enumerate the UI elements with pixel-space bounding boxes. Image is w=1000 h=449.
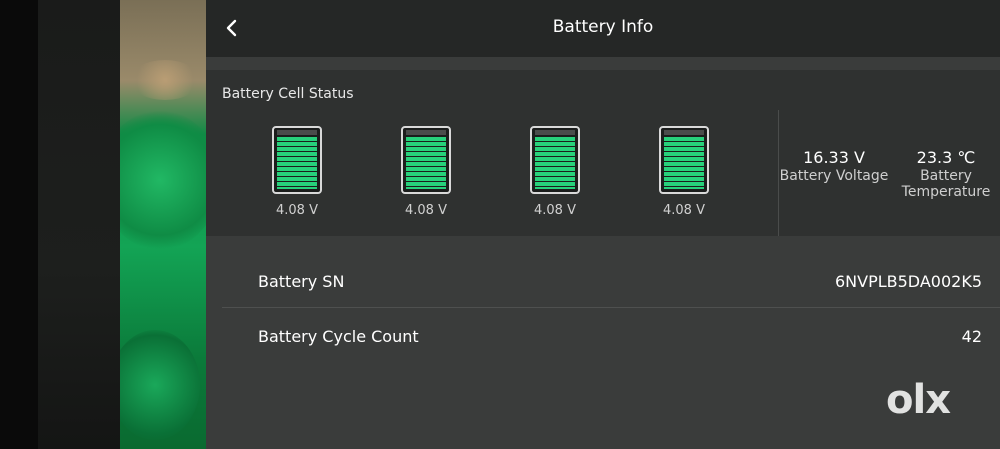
battery-temperature-label-line2: Temperature bbox=[901, 184, 991, 200]
battery-cell-icon bbox=[401, 126, 451, 194]
battery-cycle-count-label: Battery Cycle Count bbox=[258, 326, 419, 346]
battery-temperature-label-line1: Battery bbox=[920, 168, 972, 184]
battery-cycle-count-row: Battery Cycle Count 42 bbox=[222, 309, 1000, 363]
battery-temperature-value: 23.3 ℃ bbox=[916, 148, 976, 167]
left-side-panel bbox=[38, 0, 120, 449]
left-black-bar bbox=[0, 0, 38, 449]
battery-voltage-label: Battery Voltage bbox=[779, 168, 889, 184]
page-title: Battery Info bbox=[552, 17, 654, 37]
battery-cell-4: 4.08 V bbox=[656, 126, 712, 218]
battery-cell-3: 4.08 V bbox=[527, 126, 583, 218]
battery-sn-value: 6NVPLB5DA002K5 bbox=[834, 271, 982, 291]
battery-cell-icon bbox=[530, 126, 580, 194]
battery-temperature-stat: 23.3 ℃ Battery Temperature bbox=[896, 148, 996, 200]
battery-voltage-stat: 16.33 V Battery Voltage bbox=[778, 148, 890, 184]
battery-cell-2: 4.08 V bbox=[398, 126, 454, 218]
battery-cell-status-card: Battery Cell Status 4.08 V 4.08 V 4.08 V… bbox=[206, 70, 1000, 236]
battery-sn-row: Battery SN 6NVPLB5DA002K5 bbox=[222, 254, 1000, 308]
battery-cell-icon bbox=[272, 126, 322, 194]
battery-sn-label: Battery SN bbox=[258, 271, 345, 291]
header-bar: Battery Info bbox=[206, 0, 1000, 57]
cell-voltage: 4.08 V bbox=[534, 203, 576, 218]
battery-cycle-count-value: 42 bbox=[961, 326, 982, 346]
battery-voltage-value: 16.33 V bbox=[803, 148, 865, 167]
olx-watermark-logo: olx bbox=[886, 377, 951, 423]
battery-cell-1: 4.08 V bbox=[269, 126, 325, 218]
battery-info-screen: Battery Info Battery Cell Status 4.08 V … bbox=[206, 0, 1000, 449]
row-divider bbox=[222, 307, 1000, 308]
cell-voltage: 4.08 V bbox=[663, 203, 705, 218]
cell-voltage: 4.08 V bbox=[405, 203, 447, 218]
battery-cell-icon bbox=[659, 126, 709, 194]
cell-voltage: 4.08 V bbox=[276, 203, 318, 218]
camera-preview bbox=[120, 0, 206, 449]
section-title: Battery Cell Status bbox=[222, 86, 354, 102]
